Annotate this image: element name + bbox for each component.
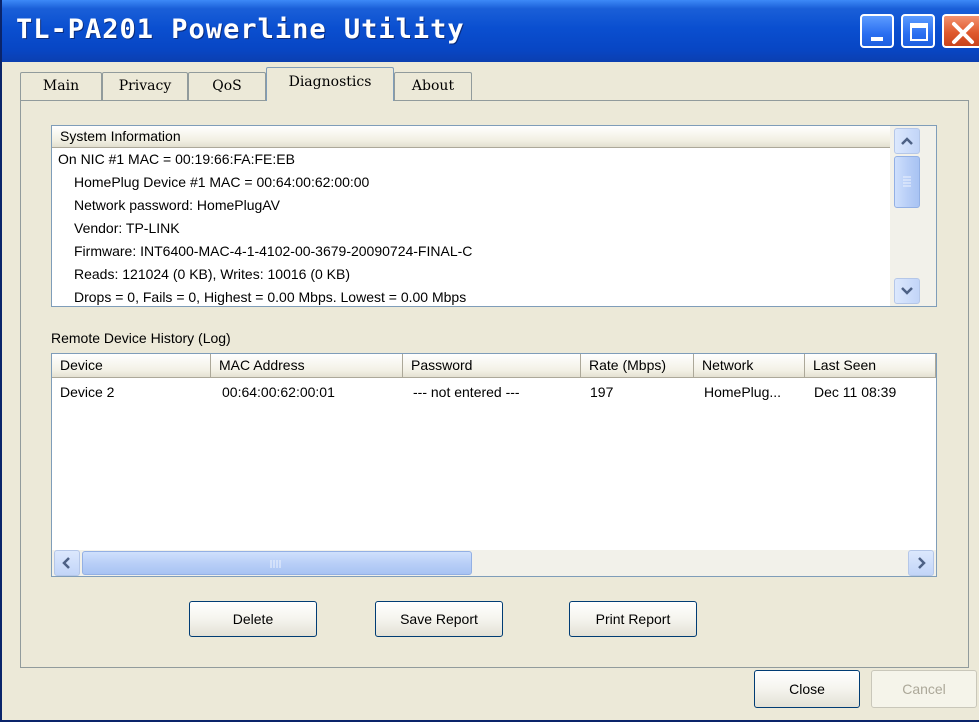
column-last-seen[interactable]: Last Seen [805,354,936,378]
system-info-scrollbar[interactable] [890,126,936,306]
system-info-line: Network password: HomePlugAV [74,197,280,213]
tab-diagnostics[interactable]: Diagnostics [266,67,394,101]
scroll-right-button[interactable] [908,550,934,576]
system-info-line: Vendor: TP-LINK [74,220,180,236]
print-report-button[interactable]: Print Report [569,601,697,637]
column-rate[interactable]: Rate (Mbps) [581,354,694,378]
chevron-right-icon [918,557,926,569]
save-report-button[interactable]: Save Report [375,601,503,637]
cell-device: Device 2 [60,384,115,400]
cell-mac-address: 00:64:00:62:00:01 [222,384,335,400]
history-list[interactable]: Device MAC Address Password Rate (Mbps) … [51,353,937,577]
system-info-line: HomePlug Device #1 MAC = 00:64:00:62:00:… [74,174,370,190]
cell-rate: 197 [590,384,614,400]
app-window: TL-PA201 Powerline Utility Main Privacy … [0,0,979,722]
window-title: TL-PA201 Powerline Utility [16,14,465,45]
chevron-down-icon [901,287,913,295]
system-info-header: System Information [52,126,890,148]
system-info-line: Drops = 0, Fails = 0, Highest = 0.00 Mbp… [74,289,467,305]
scroll-thumb[interactable] [894,156,920,208]
tab-privacy[interactable]: Privacy [102,72,188,100]
cell-last-seen: Dec 11 08:39 [814,384,897,400]
system-info-line: On NIC #1 MAC = 00:19:66:FA:FE:EB [58,151,295,167]
cell-network: HomePlug... [704,384,782,400]
system-info-line: Reads: 121024 (0 KB), Writes: 10016 (0 K… [74,266,350,282]
chevron-up-icon [901,137,913,145]
history-label: Remote Device History (Log) [51,330,231,346]
scroll-up-button[interactable] [894,128,920,154]
maximize-icon [910,23,928,41]
cell-password: --- not entered --- [413,384,520,400]
tab-qos[interactable]: QoS [188,72,266,100]
tab-about[interactable]: About [394,72,472,100]
minimize-icon [871,37,883,41]
diagnostics-panel: System Information On NIC #1 MAC = 00:19… [20,100,969,668]
tab-main[interactable]: Main [20,72,102,100]
delete-button[interactable]: Delete [189,601,317,637]
cancel-button[interactable]: Cancel [871,670,977,708]
history-hscrollbar[interactable] [52,550,936,576]
system-info-line: Firmware: INT6400-MAC-4-1-4102-00-3679-2… [74,243,473,259]
grip-icon [903,176,911,187]
maximize-button[interactable] [901,14,935,48]
close-button[interactable]: Close [754,670,860,708]
column-password[interactable]: Password [403,354,581,378]
system-info-list[interactable]: System Information On NIC #1 MAC = 00:19… [51,125,937,307]
close-window-button[interactable] [942,14,979,48]
column-network[interactable]: Network [694,354,805,378]
hscroll-thumb[interactable] [82,551,472,575]
scroll-down-button[interactable] [894,278,920,304]
chevron-left-icon [62,557,70,569]
title-bar[interactable]: TL-PA201 Powerline Utility [2,0,979,62]
close-icon [952,22,974,44]
column-mac-address[interactable]: MAC Address [211,354,403,378]
scroll-left-button[interactable] [54,550,80,576]
column-device[interactable]: Device [52,354,211,378]
minimize-button[interactable] [860,14,894,48]
grip-icon [270,560,281,568]
